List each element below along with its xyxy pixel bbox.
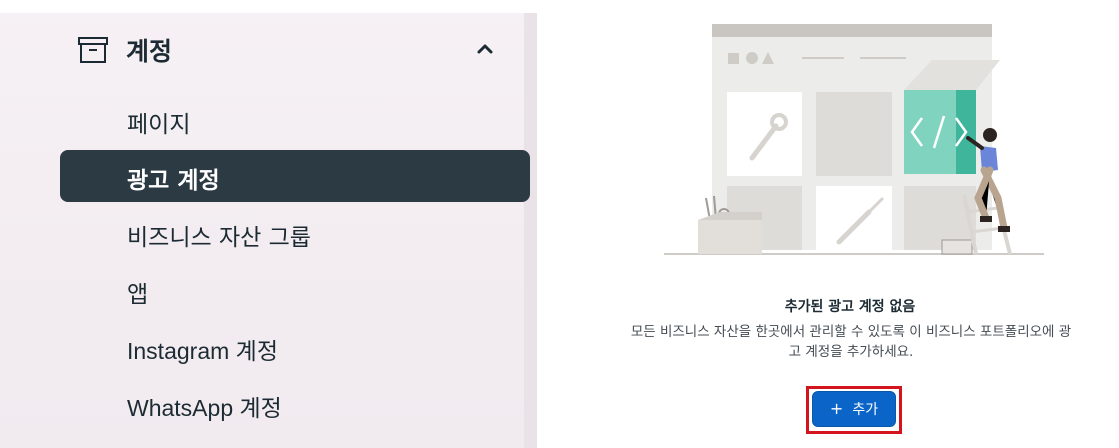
- empty-state-title: 추가된 광고 계정 없음: [784, 299, 916, 315]
- sidebar-item-business-asset-groups[interactable]: 비즈니스 자산 그룹: [60, 207, 530, 259]
- sidebar-item-label: 앱: [127, 282, 149, 308]
- chevron-up-icon[interactable]: [474, 38, 496, 60]
- sidebar-item-label: 광고 계정: [127, 168, 220, 194]
- sidebar: 계정 페이지 광고 계정 비즈니스 자산 그룹 앱 Instagram 계정 W…: [0, 0, 537, 448]
- accounts-section-header[interactable]: 계정: [60, 22, 520, 76]
- sidebar-item-apps[interactable]: 앱: [60, 264, 530, 316]
- sidebar-item-instagram-accounts[interactable]: Instagram 계정: [60, 321, 530, 373]
- sidebar-item-whatsapp-accounts[interactable]: WhatsApp 계정: [60, 378, 530, 430]
- add-button[interactable]: + 추가: [812, 391, 896, 427]
- sidebar-item-ad-accounts[interactable]: 광고 계정: [60, 150, 530, 202]
- sidebar-item-label: WhatsApp 계정: [127, 395, 282, 421]
- plus-icon: +: [829, 399, 844, 418]
- sidebar-item-label: 페이지: [127, 112, 191, 138]
- person-building-workspace-illustration: [664, 24, 1044, 255]
- section-title: 계정: [126, 37, 173, 66]
- sidebar-item-pages[interactable]: 페이지: [60, 94, 530, 146]
- sidebar-top-gap: [0, 0, 537, 13]
- empty-state-description-line-1: 모든 비즈니스 자산을 한곳에서 관리할 수 있도록 이 비즈니스 포트폴리오에…: [630, 324, 1072, 340]
- sidebar-item-label: 비즈니스 자산 그룹: [127, 225, 311, 251]
- archive-box-icon: [78, 37, 108, 63]
- sidebar-item-label: Instagram 계정: [127, 338, 278, 364]
- empty-state-description: 모든 비즈니스 자산을 한곳에서 관리할 수 있도록 이 비즈니스 포트폴리오에…: [590, 322, 1112, 362]
- empty-state-description-line-2: 고 계정을 추가하세요.: [788, 344, 914, 360]
- add-button-label: 추가: [852, 402, 879, 418]
